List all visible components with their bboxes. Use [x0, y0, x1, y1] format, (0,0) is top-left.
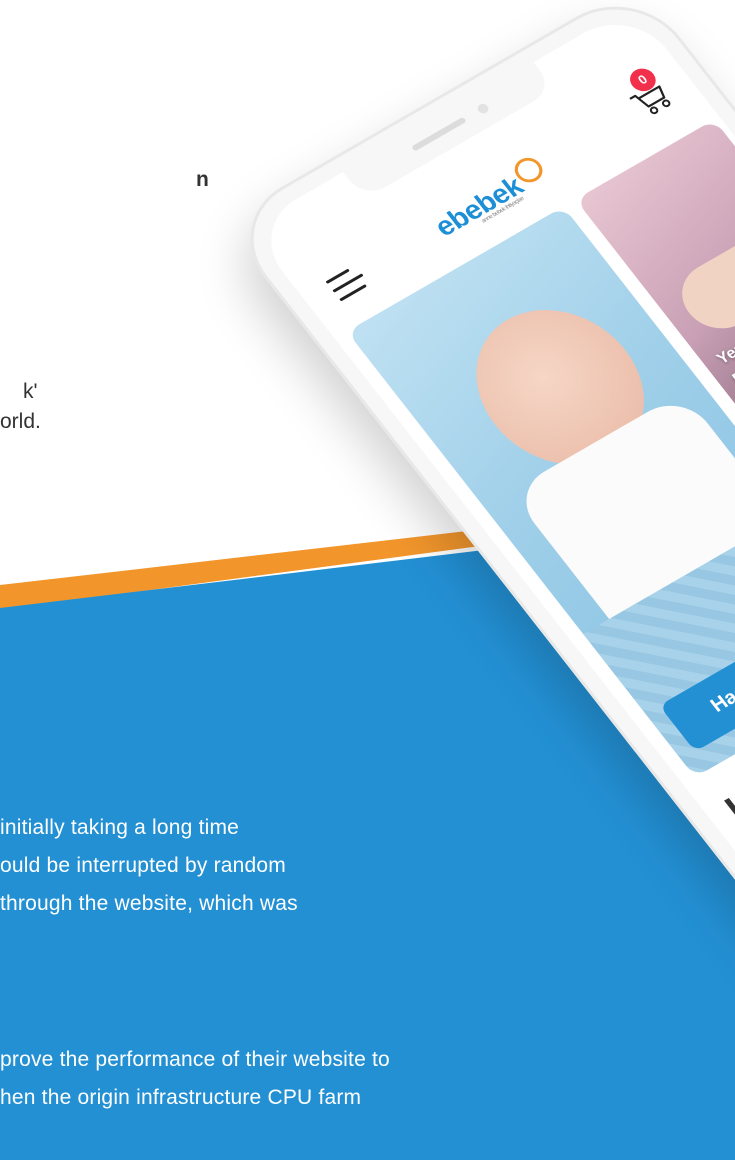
- heading-fragment: n: [196, 168, 209, 191]
- body-fragment: orld.: [0, 410, 41, 433]
- menu-icon[interactable]: [325, 265, 372, 304]
- paragraph-line: prove the performance of their website t…: [0, 1048, 390, 1071]
- body-fragment: k': [23, 380, 38, 403]
- cart-button[interactable]: 0: [620, 64, 680, 125]
- paragraph-line: hen the origin infrastructure CPU farm: [0, 1086, 362, 1109]
- paragraph-line: through the website, which was: [0, 892, 298, 915]
- front-camera: [475, 102, 491, 116]
- paragraph-line: initially taking a long time: [0, 816, 240, 839]
- baby-photo: [667, 225, 735, 341]
- paragraph-line: ould be interrupted by random: [0, 854, 286, 877]
